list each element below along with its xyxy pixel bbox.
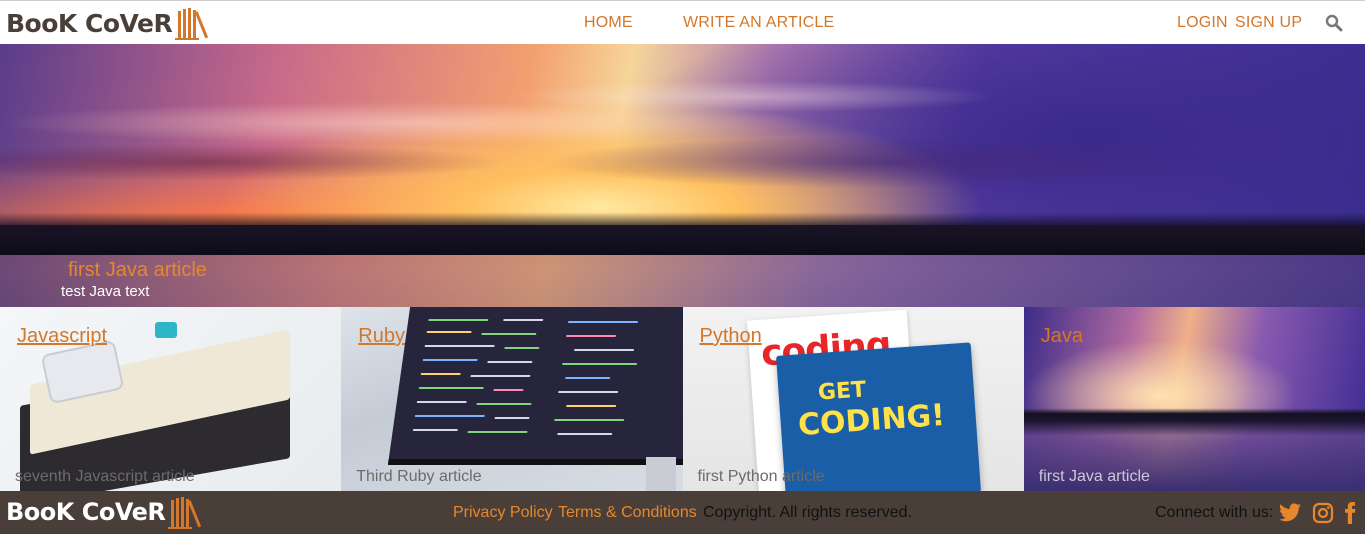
category-link-java[interactable]: Java xyxy=(1041,325,1083,348)
footer-copyright: Copyright. All rights reserved. xyxy=(703,504,912,521)
instagram-icon[interactable] xyxy=(1311,501,1335,525)
site-footer: BooK CoVeR Privacy Policy Terms & Condit… xyxy=(0,491,1365,534)
js-cup xyxy=(155,322,177,338)
nav-home[interactable]: HOME xyxy=(584,14,633,32)
facebook-icon[interactable] xyxy=(1338,501,1362,525)
category-card-python[interactable]: coding GET CODING! Python first Python a… xyxy=(682,307,1024,491)
category-cards: Javascript seventh Javascript article Ru… xyxy=(0,307,1365,491)
site-logo[interactable]: BooK CoVeR xyxy=(6,4,214,42)
hero-horizon xyxy=(0,225,1365,255)
category-article-python: first Python article xyxy=(697,468,825,485)
twitter-icon[interactable] xyxy=(1278,501,1302,525)
category-link-python[interactable]: Python xyxy=(700,325,762,348)
category-link-ruby[interactable]: Ruby xyxy=(358,325,405,348)
category-link-javascript[interactable]: Javascript xyxy=(17,325,107,348)
hero-text: test Java text xyxy=(61,283,150,300)
ruby-monitor-stand xyxy=(646,457,677,491)
books-icon xyxy=(175,8,209,40)
footer-terms[interactable]: Terms & Conditions xyxy=(558,504,697,522)
ruby-monitor xyxy=(388,307,683,465)
category-article-java: first Java article xyxy=(1038,468,1150,485)
books-icon xyxy=(168,497,202,529)
footer-connect-label: Connect with us: xyxy=(1155,504,1274,521)
hero-title[interactable]: first Java article xyxy=(68,259,207,282)
category-article-javascript: seventh Javascript article xyxy=(15,468,195,485)
footer-logo-text: BooK CoVeR xyxy=(6,498,166,526)
category-article-ruby: Third Ruby article xyxy=(356,468,482,485)
site-header: BooK CoVeR HOME WRITE AN ARTICLE LOGIN S… xyxy=(0,0,1365,44)
footer-privacy-policy[interactable]: Privacy Policy xyxy=(453,504,553,522)
category-card-java[interactable]: Java first Java article xyxy=(1023,307,1365,491)
nav-login[interactable]: LOGIN xyxy=(1177,14,1228,32)
category-card-javascript[interactable]: Javascript seventh Javascript article xyxy=(0,307,342,491)
nav-signup[interactable]: SIGN UP xyxy=(1235,14,1302,32)
footer-logo[interactable]: BooK CoVeR xyxy=(6,493,207,531)
search-icon[interactable] xyxy=(1325,14,1343,32)
logo-text: BooK CoVeR xyxy=(6,8,173,38)
hero-banner[interactable]: first Java article test Java text xyxy=(0,44,1365,307)
nav-write-article[interactable]: WRITE AN ARTICLE xyxy=(683,14,834,32)
category-card-ruby[interactable]: Ruby Third Ruby article xyxy=(341,307,683,491)
python-cover-get: GET xyxy=(816,377,867,406)
